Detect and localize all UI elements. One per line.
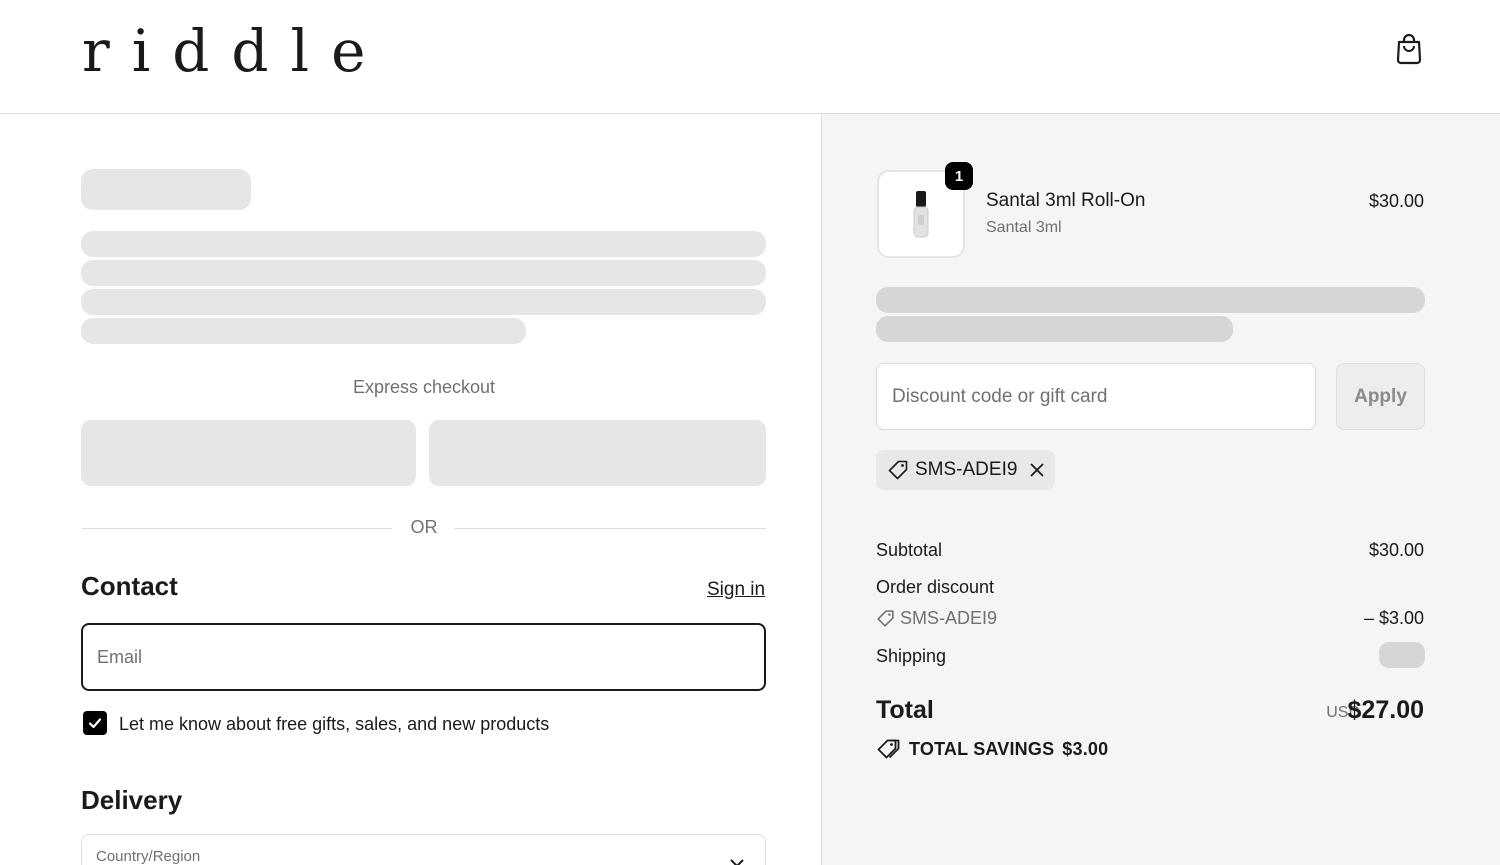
order-summary-panel: 1 Santal 3ml Roll-On Santal 3ml $30.00 A…	[821, 114, 1500, 865]
brand-logo[interactable]: riddle	[82, 20, 387, 82]
total-savings-label: TOTAL SAVINGS	[909, 738, 1055, 759]
site-header: riddle	[0, 0, 1500, 114]
discount-code-input[interactable]	[877, 364, 1315, 429]
order-discount-label: Order discount	[876, 577, 995, 597]
checkmark-icon	[88, 718, 102, 729]
shopping-bag-icon	[1396, 33, 1422, 65]
product-variant: Santal 3ml	[986, 219, 1062, 236]
cart-button[interactable]	[1390, 30, 1428, 68]
loading-skeleton-line	[81, 231, 766, 257]
loading-skeleton-line	[81, 260, 766, 286]
discount-code-field[interactable]	[876, 363, 1316, 430]
total-savings-row: TOTAL SAVINGS $3.00	[876, 738, 1108, 760]
or-divider: OR	[82, 517, 766, 541]
total-label: Total	[876, 696, 934, 724]
email-input[interactable]	[83, 625, 764, 689]
loading-skeleton-line	[81, 318, 526, 344]
apply-discount-button[interactable]: Apply	[1336, 363, 1425, 430]
checkout-form-panel: Express checkout OR Contact Sign in Let …	[0, 114, 821, 865]
product-image	[913, 191, 929, 238]
order-discount-code: SMS-ADEI9	[900, 608, 998, 628]
order-discount-code-row: SMS-ADEI9	[876, 608, 997, 629]
applied-discount-chip: SMS-ADEI9	[876, 450, 1055, 490]
email-field[interactable]	[81, 623, 766, 691]
marketing-opt-in-checkbox[interactable]	[83, 711, 107, 735]
loading-skeleton-line	[81, 289, 766, 315]
tag-icon	[877, 610, 894, 627]
applied-discount-code: SMS-ADEI9	[915, 459, 1018, 480]
loading-skeleton-line	[876, 316, 1233, 342]
quantity-badge: 1	[945, 162, 973, 190]
express-checkout-label: Express checkout	[352, 377, 496, 397]
sign-in-link[interactable]: Sign in	[707, 579, 765, 601]
tag-icon	[888, 460, 908, 480]
divider-line	[454, 528, 766, 529]
shipping-loading-skeleton	[1379, 642, 1425, 668]
product-price: $30.00	[1368, 191, 1424, 211]
close-icon	[1030, 463, 1045, 477]
tag-icon	[877, 739, 900, 759]
express-pay-button[interactable]	[429, 420, 766, 486]
express-pay-button[interactable]	[81, 420, 416, 486]
country-select[interactable]: Country/Region	[81, 834, 766, 865]
loading-skeleton-title	[81, 169, 251, 210]
subtotal-label: Subtotal	[876, 540, 943, 560]
total-savings-value: $3.00	[1062, 738, 1109, 759]
order-discount-value: – $3.00	[1363, 608, 1424, 628]
remove-discount-button[interactable]	[1027, 460, 1047, 480]
contact-heading: Contact	[81, 571, 178, 601]
country-label: Country/Region	[96, 848, 201, 865]
chevron-down-icon	[730, 859, 744, 865]
marketing-opt-in-label[interactable]: Let me know about free gifts, sales, and…	[119, 714, 549, 735]
loading-skeleton-line	[876, 287, 1425, 313]
product-name: Santal 3ml Roll-On	[986, 190, 1146, 211]
subtotal-value: $30.00	[1368, 540, 1424, 560]
shipping-label: Shipping	[876, 646, 947, 666]
total-value: $27.00	[1347, 696, 1424, 724]
delivery-heading: Delivery	[81, 785, 183, 815]
